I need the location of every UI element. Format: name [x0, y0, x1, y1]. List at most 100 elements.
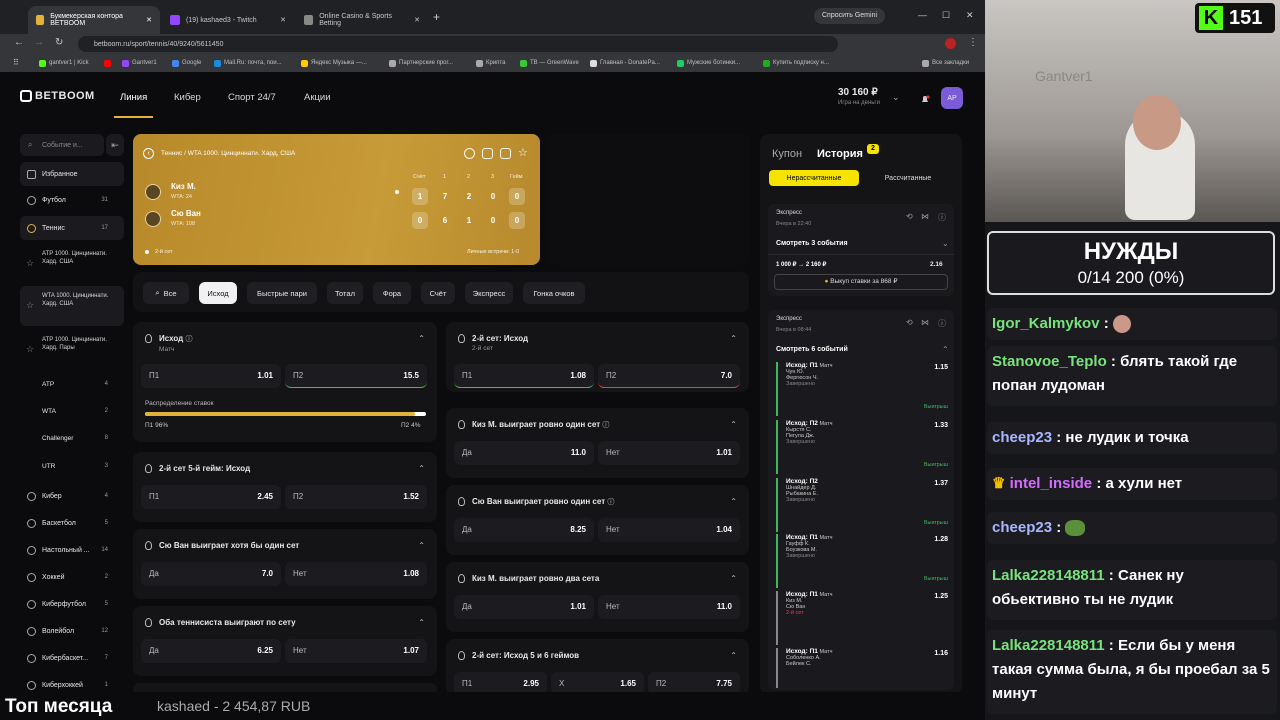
sidebar-item-sport[interactable]: Настольный ... 14 [20, 538, 124, 562]
play-icon[interactable] [464, 148, 475, 159]
filter-express[interactable]: Экспресс [465, 282, 513, 304]
tab-history[interactable]: История [817, 148, 863, 160]
odd-button[interactable]: П1 1.08 [454, 364, 594, 388]
back-icon[interactable]: ← [14, 37, 24, 48]
nav-line[interactable]: Линия [113, 92, 154, 118]
chevron-up-icon[interactable]: ⌃ [418, 541, 425, 550]
filter-quick[interactable]: Быстрые пари [247, 282, 317, 304]
filter-settled[interactable]: Рассчитанные [863, 170, 953, 186]
filter-handicap[interactable]: Фора [373, 282, 411, 304]
chevron-up-icon[interactable]: ⌃ [418, 618, 425, 627]
close-icon[interactable]: ✕ [280, 16, 286, 24]
breadcrumb[interactable]: Теннис / WTA 1000. Цинциннати. Хард, США [161, 150, 295, 157]
new-tab-icon[interactable]: + [433, 10, 440, 24]
menu-icon[interactable]: ⋮ [968, 37, 978, 48]
bookmark[interactable]: Gantver1 [122, 59, 157, 67]
close-icon[interactable]: ✕ [146, 16, 152, 24]
browser-tab[interactable]: Online Casino & Sports Betting ✕ [296, 6, 428, 34]
bookmark[interactable]: Яндекс Музыка —... [301, 59, 367, 67]
search-input[interactable]: ⌕ Событие и... [20, 134, 104, 156]
bookmark[interactable]: Главная - DonatePa... [590, 59, 660, 67]
odd-button[interactable]: Нет 1.08 [285, 562, 427, 586]
bookmark[interactable] [104, 59, 111, 67]
bookmark[interactable]: Крипта [476, 59, 505, 67]
sidebar-sub-atp-cincinnati[interactable]: ☆ ATP 1000. Цинциннати. Хард. США [20, 244, 124, 284]
sidebar-item-sport[interactable]: Хоккей 2 [20, 565, 124, 589]
close-window-icon[interactable]: ✕ [966, 10, 974, 21]
sidebar-league-challenger[interactable]: Challenger 8 [20, 426, 124, 450]
reload-icon[interactable]: ↻ [55, 37, 63, 48]
sidebar-item-sport[interactable]: Баскетбол 5 [20, 511, 124, 535]
sidebar-sub-atp-doubles[interactable]: ☆ ATP 1000. Цинциннати. Хард. Пары [20, 330, 124, 370]
nav-promo[interactable]: Акции [304, 92, 331, 103]
sidebar-item-sport[interactable]: Волейбол 12 [20, 619, 124, 643]
sidebar-sub-wta-cincinnati[interactable]: ☆ WTA 1000. Цинциннати. Хард. США [20, 286, 124, 326]
chevron-up-icon[interactable]: ⌃ [730, 420, 737, 429]
odd-button[interactable]: Нет 11.0 [598, 595, 740, 619]
stats-icon[interactable] [500, 148, 511, 159]
all-bookmarks[interactable]: Все закладки [922, 59, 969, 67]
info-icon[interactable]: ⓘ [602, 422, 609, 429]
chevron-up-icon[interactable]: ⌃ [418, 464, 425, 473]
tab-coupon[interactable]: Купон [772, 148, 802, 160]
chevron-down-icon[interactable]: ⌄ [942, 239, 949, 248]
nav-cyber[interactable]: Кибер [174, 92, 201, 103]
chevron-up-icon[interactable]: ⌃ [730, 334, 737, 343]
odd-button[interactable]: Да 11.0 [454, 441, 594, 465]
star-icon[interactable]: ☆ [518, 146, 528, 159]
odd-button[interactable]: Да 8.25 [454, 518, 594, 542]
chevron-up-icon[interactable]: ⌃ [418, 334, 425, 343]
show-events-link[interactable]: Смотреть 3 события [776, 240, 848, 247]
odd-button[interactable]: X 1.65 [551, 672, 644, 694]
odd-button[interactable]: Нет 1.01 [598, 441, 740, 465]
info-icon[interactable]: ⓘ [185, 336, 192, 343]
collapse-sidebar-icon[interactable]: ⇤ [106, 134, 124, 156]
show-events-link[interactable]: Смотреть 6 событий [776, 346, 848, 353]
apps-icon[interactable]: ⠿ [13, 58, 19, 67]
bookmark[interactable]: Купить подписку н... [763, 59, 829, 67]
chevron-up-icon[interactable]: ⌃ [730, 651, 737, 660]
chevron-up-icon[interactable]: ⌃ [730, 497, 737, 506]
odd-button[interactable]: Да 6.25 [141, 639, 281, 663]
sidebar-item-sport[interactable]: Кибер 4 [20, 484, 124, 508]
browser-tab[interactable]: Букмекерская контора BETBOOM ✕ [28, 6, 160, 34]
odd-button[interactable]: Да 7.0 [141, 562, 281, 586]
court-icon[interactable] [482, 148, 493, 159]
avatar[interactable]: АР [941, 87, 963, 109]
profile-avatar[interactable] [945, 38, 956, 49]
filter-unsettled[interactable]: Нерассчитанные [769, 170, 859, 186]
minimize-icon[interactable]: — [918, 10, 927, 20]
bookmark[interactable]: gantver1 | Kick [39, 59, 89, 67]
filter-total[interactable]: Тотал [327, 282, 363, 304]
filter-outcome[interactable]: Исход [199, 282, 237, 304]
chevron-up-icon[interactable]: ⌃ [730, 574, 737, 583]
url-input[interactable]: betboom.ru/sport/tennis/40/9240/5611450 [78, 36, 838, 52]
bookmark[interactable]: TB — GreenWave [520, 59, 579, 67]
repeat-icon[interactable]: ⟲ [906, 212, 913, 221]
cashout-button[interactable]: ● Выкуп ставки за 868 ₽ [774, 274, 948, 290]
forward-icon[interactable]: → [34, 37, 44, 48]
odd-button[interactable]: Нет 1.07 [285, 639, 427, 663]
betboom-logo[interactable]: BETBOOM [20, 90, 95, 102]
bell-icon[interactable] [920, 92, 930, 102]
repeat-icon[interactable]: ⟲ [906, 318, 913, 327]
sidebar-league-utr[interactable]: UTR 3 [20, 454, 124, 478]
bookmark[interactable]: Google [172, 59, 201, 67]
bookmark[interactable]: Мужские ботинки... [677, 59, 740, 67]
back-icon[interactable]: ‹ [143, 148, 154, 159]
sidebar-item-sport[interactable]: Кибербаскет... 7 [20, 646, 124, 670]
gemini-button[interactable]: Спросить Gemini [814, 8, 886, 24]
head-to-head[interactable]: Личные встречи: 1-0 [467, 249, 519, 255]
info-icon[interactable]: ⓘ [938, 212, 946, 223]
info-icon[interactable]: ⓘ [607, 499, 614, 506]
odd-button[interactable]: П1 2.45 [141, 485, 281, 509]
sidebar-item-sport[interactable]: Киберфутбол 5 [20, 592, 124, 616]
odd-button[interactable]: Нет 1.04 [598, 518, 740, 542]
close-icon[interactable]: ✕ [414, 16, 420, 24]
bookmark[interactable]: Mail.Ru: почта, пои... [214, 59, 282, 67]
bookmark[interactable]: Партнерские прог... [389, 59, 453, 67]
filter-all[interactable]: ⌕ Все [143, 282, 189, 304]
odd-button[interactable]: П1 1.01 [141, 364, 281, 388]
filter-score[interactable]: Счёт [421, 282, 455, 304]
sidebar-league-wta[interactable]: WTA 2 [20, 399, 124, 423]
